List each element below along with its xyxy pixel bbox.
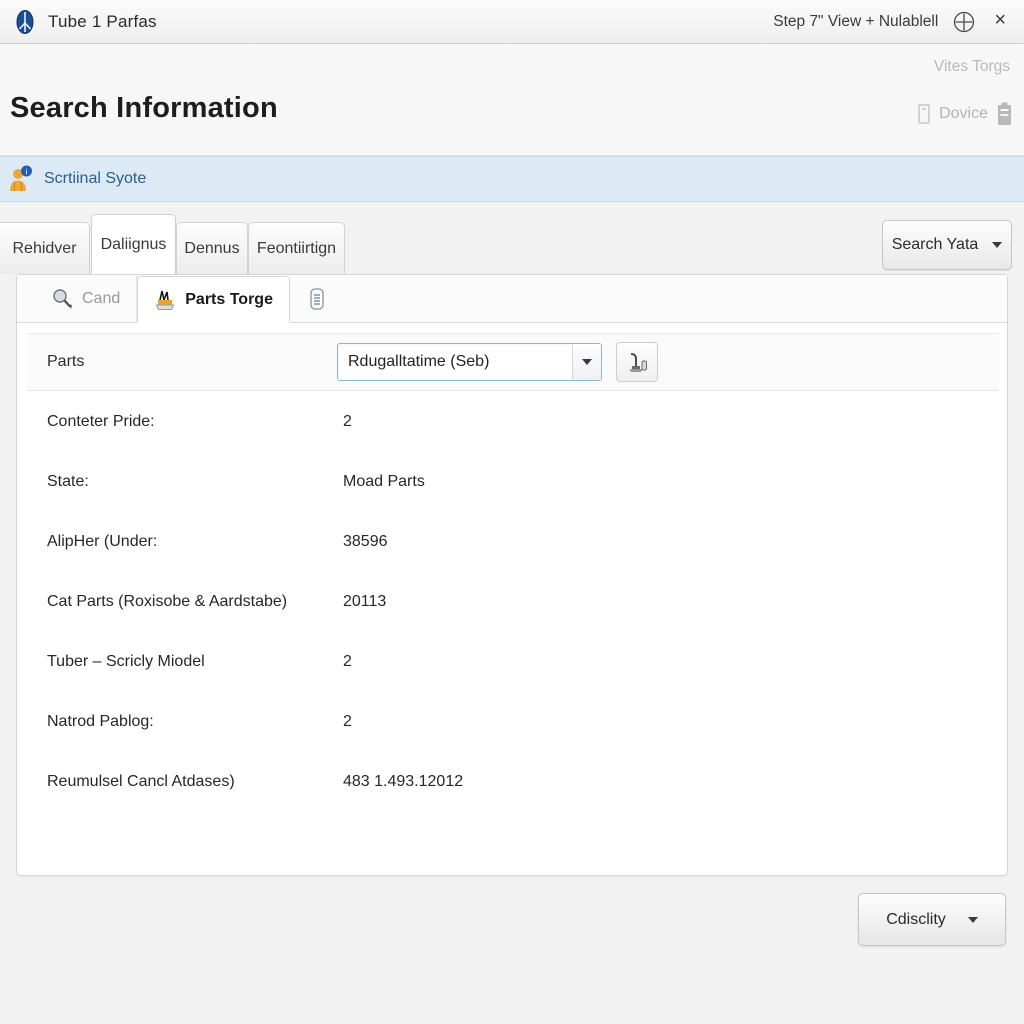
- phone-icon: [918, 104, 931, 124]
- inner-tab-document[interactable]: [290, 275, 353, 322]
- details-list: Conteter Pride: 2 State: Moad Parts Alip…: [27, 392, 999, 865]
- inner-tab-cand[interactable]: Cand: [35, 275, 138, 322]
- table-row: AlipHer (Under: 38596: [27, 512, 999, 572]
- table-row: Tuber – Scricly Miodel 2: [27, 632, 999, 692]
- tab-daliignus[interactable]: Daliignus: [91, 214, 176, 274]
- equipment-icon: [629, 353, 647, 372]
- document-list-icon: [310, 287, 324, 310]
- row-value: 2: [343, 413, 352, 430]
- search-yata-dropdown[interactable]: Search Yata: [882, 220, 1012, 270]
- parts-icon: [155, 290, 175, 310]
- chevron-down-icon: [967, 916, 978, 923]
- device-label: Dovice: [939, 105, 988, 122]
- info-bar-text: Scrtiinal Syote: [44, 170, 147, 187]
- svg-text:i: i: [26, 168, 28, 177]
- main-panel: Cand Parts Torge Parts Rdugalltatime (Se…: [16, 274, 1008, 876]
- parts-select[interactable]: Rdugalltatime (Seb): [337, 343, 602, 381]
- plus-circle-icon[interactable]: [952, 10, 976, 34]
- table-row: Natrod Pablog: 2: [27, 692, 999, 752]
- device-status: Dovice: [918, 102, 1012, 126]
- app-logo-icon: [16, 9, 34, 34]
- row-label: State:: [47, 473, 89, 490]
- row-value: 20113: [343, 593, 387, 610]
- select-arrow-button[interactable]: [572, 344, 601, 380]
- row-label: Tuber – Scricly Miodel: [47, 653, 205, 670]
- step-view-label: Step 7" View + Nulablell: [773, 12, 939, 30]
- row-label: AlipHer (Under:: [47, 533, 158, 550]
- chevron-down-icon: [582, 359, 592, 365]
- magnifier-icon: [53, 288, 72, 309]
- parts-select-value: Rdugalltatime (Seb): [348, 353, 490, 370]
- tab-label: Dennus: [184, 239, 240, 257]
- vites-torgs-label: Vites Torgs: [933, 58, 1010, 75]
- page-header: Search Information Vites Torgs Dovice: [0, 44, 1024, 156]
- row-label: Conteter Pride:: [47, 413, 155, 430]
- inner-tab-parts-torge[interactable]: Parts Torge: [137, 276, 290, 323]
- row-value: 2: [343, 653, 352, 670]
- table-row: Conteter Pride: 2: [27, 392, 999, 452]
- search-yata-label: Search Yata: [891, 236, 979, 253]
- parts-label: Parts: [47, 353, 85, 370]
- title-bar-right: Step 7" View + Nulablell ×: [773, 10, 1014, 34]
- chevron-down-icon: [992, 242, 1003, 248]
- tab-rehidver[interactable]: Rehidver: [0, 222, 90, 274]
- battery-icon: [998, 102, 1011, 125]
- row-value: 2: [343, 713, 352, 730]
- cdisclity-label: Cdisclity: [886, 910, 946, 928]
- row-value: 483 1.493.12012: [343, 773, 464, 790]
- parts-selector-row: Parts Rdugalltatime (Seb): [27, 333, 999, 391]
- tab-label: Rehidver: [12, 239, 77, 257]
- row-label: Reumulsel Cancl Atdases): [47, 773, 235, 790]
- inner-tab-label: Cand: [82, 289, 121, 307]
- table-row: Cat Parts (Roxisobe & Aardstabe) 20113: [27, 572, 999, 632]
- inner-tab-strip: Cand Parts Torge: [17, 275, 1007, 323]
- tab-feontiirtign[interactable]: Feontiirtign: [248, 222, 345, 274]
- close-icon[interactable]: ×: [990, 10, 1010, 33]
- tab-dennus[interactable]: Dennus: [176, 222, 248, 274]
- title-bar: Tube 1 Parfas Step 7" View + Nulablell ×: [0, 0, 1024, 44]
- page-title: Search Information: [10, 92, 278, 124]
- info-bar: i Scrtiinal Syote: [0, 156, 1024, 202]
- row-value: Moad Parts: [343, 473, 425, 490]
- table-row: State: Moad Parts: [27, 452, 999, 512]
- cdisclity-dropdown[interactable]: Cdisclity: [858, 893, 1006, 946]
- table-row: Reumulsel Cancl Atdases) 483 1.493.12012: [27, 752, 999, 812]
- tab-label: Daliignus: [100, 235, 167, 253]
- equipment-button[interactable]: [616, 342, 658, 382]
- inner-tab-label: Parts Torge: [185, 290, 273, 308]
- main-tab-strip: Rehidver Daliignus Dennus Feontiirtign S…: [0, 212, 1024, 274]
- user-badge-icon: i: [10, 165, 32, 191]
- row-value: 38596: [343, 533, 388, 550]
- tab-label: Feontiirtign: [256, 239, 337, 257]
- row-label: Cat Parts (Roxisobe & Aardstabe): [47, 593, 288, 610]
- window-title: Tube 1 Parfas: [48, 11, 157, 31]
- row-label: Natrod Pablog:: [47, 713, 154, 730]
